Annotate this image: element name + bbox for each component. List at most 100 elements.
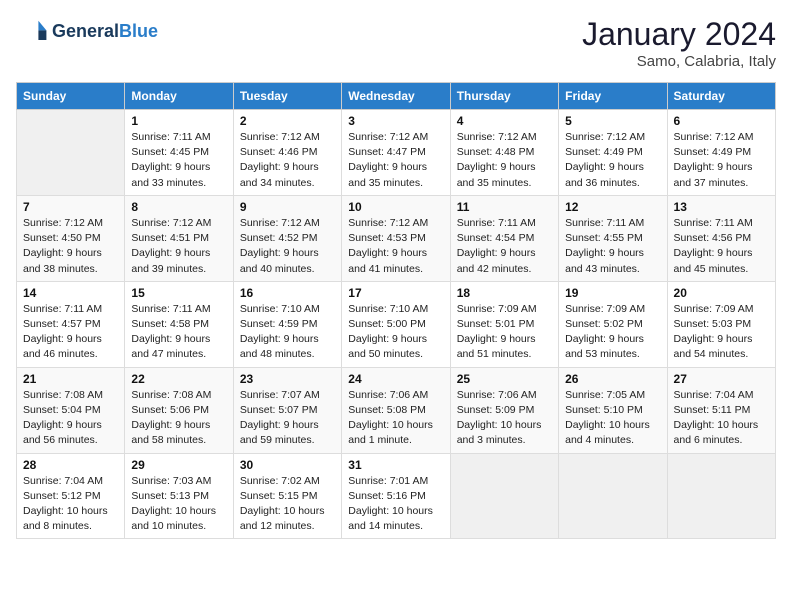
- calendar-table: SundayMondayTuesdayWednesdayThursdayFrid…: [16, 82, 776, 539]
- page-header: GeneralBlue January 2024 Samo, Calabria,…: [16, 16, 776, 70]
- day-number: 20: [674, 286, 769, 300]
- day-number: 2: [240, 114, 335, 128]
- day-number: 14: [23, 286, 118, 300]
- day-number: 23: [240, 372, 335, 386]
- day-info: Sunrise: 7:03 AMSunset: 5:13 PMDaylight:…: [131, 474, 226, 535]
- day-cell: 8 Sunrise: 7:12 AMSunset: 4:51 PMDaylight…: [125, 195, 233, 281]
- day-info: Sunrise: 7:09 AMSunset: 5:02 PMDaylight:…: [565, 302, 660, 363]
- day-cell: 24 Sunrise: 7:06 AMSunset: 5:08 PMDayligh…: [342, 367, 450, 453]
- day-cell: [450, 453, 558, 539]
- week-row-3: 14 Sunrise: 7:11 AMSunset: 4:57 PMDayligh…: [17, 281, 776, 367]
- day-cell: 5 Sunrise: 7:12 AMSunset: 4:49 PMDaylight…: [559, 110, 667, 196]
- day-info: Sunrise: 7:06 AMSunset: 5:09 PMDaylight:…: [457, 388, 552, 449]
- day-number: 22: [131, 372, 226, 386]
- day-info: Sunrise: 7:09 AMSunset: 5:01 PMDaylight:…: [457, 302, 552, 363]
- day-number: 16: [240, 286, 335, 300]
- day-number: 1: [131, 114, 226, 128]
- week-row-5: 28 Sunrise: 7:04 AMSunset: 5:12 PMDayligh…: [17, 453, 776, 539]
- day-number: 12: [565, 200, 660, 214]
- day-cell: 15 Sunrise: 7:11 AMSunset: 4:58 PMDayligh…: [125, 281, 233, 367]
- col-header-thursday: Thursday: [450, 83, 558, 110]
- col-header-tuesday: Tuesday: [233, 83, 341, 110]
- day-number: 10: [348, 200, 443, 214]
- day-info: Sunrise: 7:12 AMSunset: 4:52 PMDaylight:…: [240, 216, 335, 277]
- col-header-monday: Monday: [125, 83, 233, 110]
- week-row-1: 1 Sunrise: 7:11 AMSunset: 4:45 PMDaylight…: [17, 110, 776, 196]
- day-number: 13: [674, 200, 769, 214]
- col-header-sunday: Sunday: [17, 83, 125, 110]
- day-info: Sunrise: 7:08 AMSunset: 5:06 PMDaylight:…: [131, 388, 226, 449]
- calendar-title: January 2024: [582, 16, 776, 53]
- day-number: 19: [565, 286, 660, 300]
- col-header-saturday: Saturday: [667, 83, 775, 110]
- day-cell: 1 Sunrise: 7:11 AMSunset: 4:45 PMDaylight…: [125, 110, 233, 196]
- logo-icon: [16, 16, 48, 48]
- day-info: Sunrise: 7:06 AMSunset: 5:08 PMDaylight:…: [348, 388, 443, 449]
- day-info: Sunrise: 7:12 AMSunset: 4:46 PMDaylight:…: [240, 130, 335, 191]
- logo-text-line1: GeneralBlue: [52, 22, 158, 42]
- day-cell: 30 Sunrise: 7:02 AMSunset: 5:15 PMDayligh…: [233, 453, 341, 539]
- logo: GeneralBlue: [16, 16, 158, 48]
- day-cell: 4 Sunrise: 7:12 AMSunset: 4:48 PMDaylight…: [450, 110, 558, 196]
- day-cell: 29 Sunrise: 7:03 AMSunset: 5:13 PMDayligh…: [125, 453, 233, 539]
- day-number: 24: [348, 372, 443, 386]
- day-info: Sunrise: 7:08 AMSunset: 5:04 PMDaylight:…: [23, 388, 118, 449]
- day-info: Sunrise: 7:12 AMSunset: 4:48 PMDaylight:…: [457, 130, 552, 191]
- header-row: SundayMondayTuesdayWednesdayThursdayFrid…: [17, 83, 776, 110]
- day-info: Sunrise: 7:11 AMSunset: 4:57 PMDaylight:…: [23, 302, 118, 363]
- day-number: 15: [131, 286, 226, 300]
- day-cell: 25Sunrise: 7:06 AMSunset: 5:09 PMDayligh…: [450, 367, 558, 453]
- day-number: 18: [457, 286, 552, 300]
- day-info: Sunrise: 7:12 AMSunset: 4:51 PMDaylight:…: [131, 216, 226, 277]
- day-info: Sunrise: 7:07 AMSunset: 5:07 PMDaylight:…: [240, 388, 335, 449]
- day-number: 8: [131, 200, 226, 214]
- day-cell: 31 Sunrise: 7:01 AMSunset: 5:16 PMDayligh…: [342, 453, 450, 539]
- day-cell: 26Sunrise: 7:05 AMSunset: 5:10 PMDayligh…: [559, 367, 667, 453]
- day-cell: 17 Sunrise: 7:10 AMSunset: 5:00 PMDayligh…: [342, 281, 450, 367]
- day-number: 27: [674, 372, 769, 386]
- day-number: 28: [23, 458, 118, 472]
- day-info: Sunrise: 7:09 AMSunset: 5:03 PMDaylight:…: [674, 302, 769, 363]
- day-cell: 14 Sunrise: 7:11 AMSunset: 4:57 PMDayligh…: [17, 281, 125, 367]
- day-cell: [559, 453, 667, 539]
- day-cell: 10Sunrise: 7:12 AMSunset: 4:53 PMDayligh…: [342, 195, 450, 281]
- day-cell: [667, 453, 775, 539]
- day-cell: 7 Sunrise: 7:12 AMSunset: 4:50 PMDaylight…: [17, 195, 125, 281]
- day-info: Sunrise: 7:01 AMSunset: 5:16 PMDaylight:…: [348, 474, 443, 535]
- day-info: Sunrise: 7:12 AMSunset: 4:50 PMDaylight:…: [23, 216, 118, 277]
- day-number: 31: [348, 458, 443, 472]
- title-block: January 2024 Samo, Calabria, Italy: [582, 16, 776, 70]
- day-info: Sunrise: 7:04 AMSunset: 5:12 PMDaylight:…: [23, 474, 118, 535]
- day-number: 5: [565, 114, 660, 128]
- day-cell: 27Sunrise: 7:04 AMSunset: 5:11 PMDayligh…: [667, 367, 775, 453]
- day-cell: 12 Sunrise: 7:11 AMSunset: 4:55 PMDayligh…: [559, 195, 667, 281]
- day-cell: 28 Sunrise: 7:04 AMSunset: 5:12 PMDayligh…: [17, 453, 125, 539]
- day-info: Sunrise: 7:11 AMSunset: 4:54 PMDaylight:…: [457, 216, 552, 277]
- day-cell: 16Sunrise: 7:10 AMSunset: 4:59 PMDayligh…: [233, 281, 341, 367]
- day-cell: 19 Sunrise: 7:09 AMSunset: 5:02 PMDayligh…: [559, 281, 667, 367]
- day-cell: 21Sunrise: 7:08 AMSunset: 5:04 PMDayligh…: [17, 367, 125, 453]
- day-cell: 6Sunrise: 7:12 AMSunset: 4:49 PMDaylight…: [667, 110, 775, 196]
- day-cell: 2 Sunrise: 7:12 AMSunset: 4:46 PMDaylight…: [233, 110, 341, 196]
- day-number: 4: [457, 114, 552, 128]
- day-info: Sunrise: 7:11 AMSunset: 4:45 PMDaylight:…: [131, 130, 226, 191]
- day-number: 30: [240, 458, 335, 472]
- day-cell: 13 Sunrise: 7:11 AMSunset: 4:56 PMDayligh…: [667, 195, 775, 281]
- week-row-2: 7 Sunrise: 7:12 AMSunset: 4:50 PMDaylight…: [17, 195, 776, 281]
- col-header-friday: Friday: [559, 83, 667, 110]
- day-info: Sunrise: 7:11 AMSunset: 4:56 PMDaylight:…: [674, 216, 769, 277]
- week-row-4: 21Sunrise: 7:08 AMSunset: 5:04 PMDayligh…: [17, 367, 776, 453]
- day-info: Sunrise: 7:12 AMSunset: 4:49 PMDaylight:…: [565, 130, 660, 191]
- day-cell: 9Sunrise: 7:12 AMSunset: 4:52 PMDaylight…: [233, 195, 341, 281]
- day-info: Sunrise: 7:10 AMSunset: 5:00 PMDaylight:…: [348, 302, 443, 363]
- day-cell: 20 Sunrise: 7:09 AMSunset: 5:03 PMDayligh…: [667, 281, 775, 367]
- day-number: 17: [348, 286, 443, 300]
- day-info: Sunrise: 7:05 AMSunset: 5:10 PMDaylight:…: [565, 388, 660, 449]
- day-info: Sunrise: 7:11 AMSunset: 4:58 PMDaylight:…: [131, 302, 226, 363]
- day-number: 29: [131, 458, 226, 472]
- calendar-subtitle: Samo, Calabria, Italy: [582, 53, 776, 70]
- day-info: Sunrise: 7:02 AMSunset: 5:15 PMDaylight:…: [240, 474, 335, 535]
- day-info: Sunrise: 7:11 AMSunset: 4:55 PMDaylight:…: [565, 216, 660, 277]
- day-number: 7: [23, 200, 118, 214]
- day-cell: 23 Sunrise: 7:07 AMSunset: 5:07 PMDayligh…: [233, 367, 341, 453]
